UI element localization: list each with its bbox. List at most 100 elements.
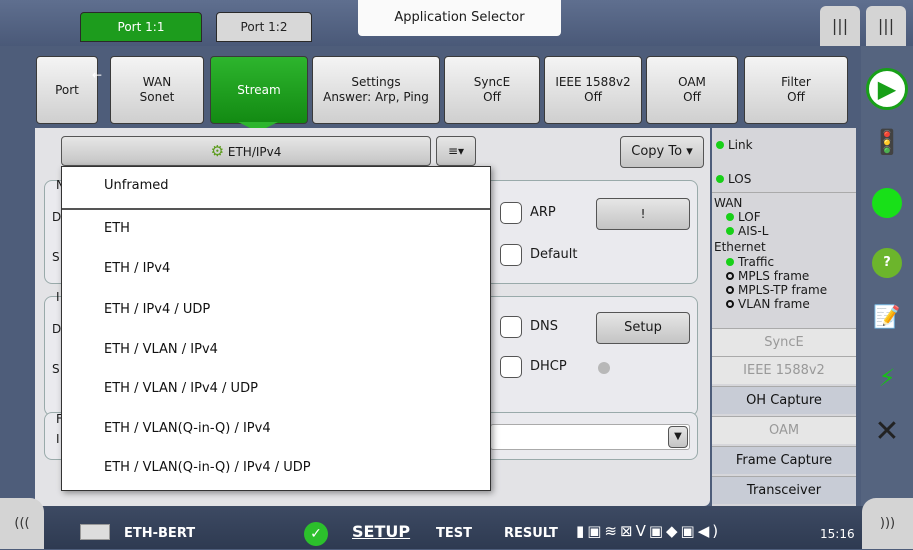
chevron-down-icon[interactable]: ▼ — [668, 426, 688, 448]
ring-icon — [726, 286, 734, 294]
frame-type-label: ETH/IPv4 — [227, 145, 282, 159]
frame-type-selector[interactable]: ⚙ ETH/IPv4 — [61, 136, 431, 166]
setup-tab[interactable]: SETUP — [352, 522, 410, 541]
tab-stream-label: Stream — [237, 82, 281, 97]
dropdown-item-eth[interactable]: ETH — [104, 221, 130, 236]
menu-handle-right-icon[interactable]: ||| — [866, 6, 906, 46]
ring-icon — [726, 272, 734, 280]
status-ais-l: AIS-L — [726, 224, 768, 238]
menu-handle-left-icon[interactable]: ||| — [820, 6, 860, 46]
frame-type-dropdown — [61, 166, 491, 491]
partial-label-d2: D — [52, 322, 62, 336]
status-los-label: LOS — [728, 172, 752, 186]
app-name: ETH-BERT — [124, 526, 196, 541]
status-traffic-label: Traffic — [738, 255, 775, 269]
dns-label: DNS — [530, 319, 558, 334]
status-traffic: Traffic — [726, 255, 774, 269]
tab-wan-value: Sonet — [139, 90, 175, 104]
dropdown-item-unframed[interactable]: Unframed — [104, 178, 169, 193]
dropdown-item-eth-ipv4-udp[interactable]: ETH / IPv4 / UDP — [104, 302, 210, 317]
tab-synce-label: SyncE — [473, 75, 511, 89]
tab-oam-label: OAM — [678, 75, 706, 89]
status-vlan: VLAN frame — [726, 297, 810, 311]
partial-label-i2: I — [56, 432, 60, 446]
dhcp-label: DHCP — [530, 359, 567, 374]
dropdown-item-eth-vlan-ipv4-udp[interactable]: ETH / VLAN / IPv4 / UDP — [104, 381, 258, 396]
ieee1588-button[interactable]: IEEE 1588v2 — [712, 356, 856, 384]
tab-ieee-label: IEEE 1588v2 — [555, 75, 631, 89]
default-checkbox[interactable] — [500, 244, 522, 266]
dropdown-item-eth-vlan-ipv4[interactable]: ETH / VLAN / IPv4 — [104, 342, 218, 357]
dropdown-divider — [62, 208, 490, 210]
dropdown-item-eth-qinq-ipv4-udp[interactable]: ETH / VLAN(Q-in-Q) / IPv4 / UDP — [104, 460, 311, 475]
dns-setup-button[interactable]: Setup — [596, 312, 690, 344]
status-ethernet: Ethernet — [714, 240, 766, 254]
frame-capture-button[interactable]: Frame Capture — [712, 446, 856, 474]
led-icon — [716, 175, 724, 183]
copy-to-label: Copy To — [631, 144, 683, 159]
tab-settings[interactable]: Settings Answer: Arp, Ping — [312, 56, 440, 124]
status-mplstp-label: MPLS-TP frame — [738, 283, 828, 297]
partial-label-i: I — [56, 290, 60, 304]
status-mpls-tp: MPLS-TP frame — [726, 283, 827, 297]
module-icon — [80, 524, 110, 540]
arp-settings-button[interactable]: ! — [596, 198, 690, 230]
tab-port-1-2[interactable]: Port 1:2 — [216, 12, 312, 42]
tab-port-label: Port — [55, 82, 79, 97]
close-icon[interactable]: ✕ — [865, 410, 909, 454]
status-link-label: Link — [728, 138, 753, 152]
status-led-icon — [872, 188, 902, 218]
play-icon[interactable]: ▶ — [866, 68, 908, 110]
tab-synce[interactable]: SyncE Off — [444, 56, 540, 124]
ring-icon — [726, 300, 734, 308]
partial-label-s1: S — [52, 250, 60, 264]
result-tab[interactable]: RESULT — [504, 526, 558, 541]
tab-wan[interactable]: WAN Sonet — [110, 56, 204, 124]
transceiver-button[interactable]: Transceiver — [712, 476, 856, 504]
status-los: LOS — [716, 172, 751, 186]
status-vlan-label: VLAN frame — [738, 297, 810, 311]
arp-checkbox[interactable] — [500, 202, 522, 224]
status-mpls: MPLS frame — [726, 269, 809, 283]
status-mpls-label: MPLS frame — [738, 269, 810, 283]
led-icon — [726, 227, 734, 235]
clock: 15:16 — [820, 527, 855, 541]
help-icon[interactable]: ? — [872, 248, 902, 278]
tab-oam-value: Off — [683, 90, 701, 104]
dns-checkbox[interactable] — [500, 316, 522, 338]
tab-oam[interactable]: OAM Off — [646, 56, 738, 124]
status-aisl-label: AIS-L — [738, 224, 769, 238]
led-icon — [716, 141, 724, 149]
status-wan: WAN — [714, 196, 743, 210]
tab-ieee1588[interactable]: IEEE 1588v2 Off — [544, 56, 642, 124]
tab-synce-value: Off — [483, 90, 501, 104]
list-menu-icon[interactable]: ≡▾ — [436, 136, 476, 166]
traffic-light-icon[interactable]: 🚦 — [865, 120, 909, 164]
status-divider — [712, 192, 856, 193]
tab-filter[interactable]: Filter Off — [744, 56, 848, 124]
copy-to-button[interactable]: Copy To ▾ — [620, 136, 704, 168]
report-icon[interactable]: 📝 — [865, 296, 909, 340]
tab-filter-value: Off — [787, 90, 805, 104]
scroll-left-button[interactable]: ((( — [0, 498, 44, 549]
gear-icon: ⚙ — [210, 142, 225, 160]
lightning-icon[interactable]: ⚡ — [865, 356, 909, 400]
dropdown-item-eth-qinq-ipv4[interactable]: ETH / VLAN(Q-in-Q) / IPv4 — [104, 421, 271, 436]
synce-button[interactable]: SyncE — [712, 328, 856, 356]
combo-field[interactable] — [490, 424, 690, 450]
status-link: Link — [716, 138, 753, 152]
oam-button[interactable]: OAM — [712, 416, 856, 444]
oh-capture-button[interactable]: OH Capture — [712, 386, 856, 414]
tab-wan-label: WAN — [142, 75, 172, 89]
tab-port-1-1[interactable]: Port 1:1 — [80, 12, 202, 42]
scroll-right-button[interactable]: ))) — [862, 498, 913, 549]
test-tab[interactable]: TEST — [436, 526, 472, 541]
dropdown-item-eth-ipv4[interactable]: ETH / IPv4 — [104, 261, 170, 276]
system-tray-icons: ▮▣≋⊠V▣◆▣◀) — [576, 522, 722, 540]
default-label: Default — [530, 247, 578, 262]
check-icon: ✓ — [304, 522, 328, 546]
dhcp-checkbox[interactable] — [500, 356, 522, 378]
tab-port[interactable]: Port — [36, 56, 98, 124]
tab-stream[interactable]: Stream — [210, 56, 308, 124]
application-selector-tab[interactable]: Application Selector — [358, 0, 561, 36]
